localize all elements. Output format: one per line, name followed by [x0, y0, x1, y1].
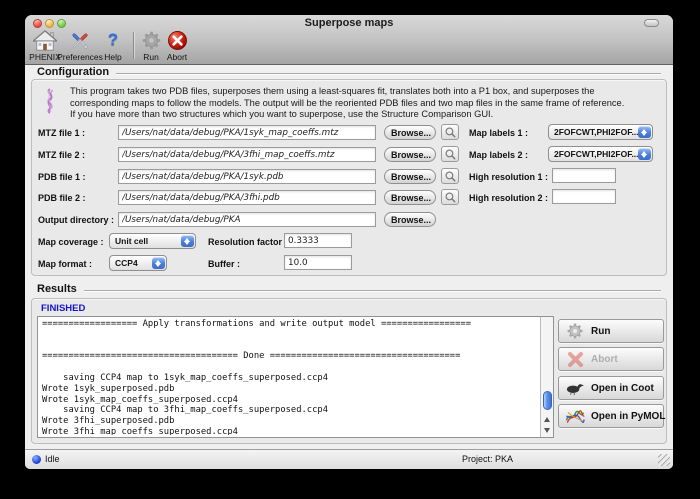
toolbar-toggle-button[interactable]: [644, 19, 659, 27]
map-coverage-value: Unit cell: [115, 236, 148, 246]
scrollbar-thumb[interactable]: [543, 391, 552, 410]
map-format-value: CCP4: [115, 258, 138, 268]
mtz-file-2-inspect-button[interactable]: [441, 146, 459, 162]
pdb-file-1-browse-button[interactable]: Browse...: [384, 169, 436, 184]
section-divider-line: [84, 290, 661, 291]
toolbar: PHENIX: [25, 30, 673, 64]
output-directory-label: Output directory :: [38, 215, 114, 225]
toolbar-label-abort: Abort: [154, 52, 200, 62]
map-labels-2-value: 2FOFCWT,PHI2FOF...: [554, 149, 639, 159]
magnifier-icon: [444, 191, 457, 204]
pdb-file-2-browse-button[interactable]: Browse...: [384, 190, 436, 205]
output-directory-browse-button[interactable]: Browse...: [384, 212, 436, 227]
coot-bird-icon: [565, 378, 585, 398]
map-labels-1-dropdown[interactable]: 2FOFCWT,PHI2FOF...: [548, 124, 653, 140]
open-in-pymol-label: Open in PyMOL: [591, 411, 665, 422]
scroll-up-arrow-icon[interactable]: [541, 414, 553, 425]
mtz-file-1-inspect-button[interactable]: [441, 124, 459, 140]
magnifier-icon: [444, 126, 457, 139]
map-format-label: Map format :: [38, 259, 92, 269]
map-coverage-label: Map coverage :: [38, 237, 104, 247]
run-button-label: Run: [591, 326, 610, 337]
map-labels-1-label: Map labels 1 :: [469, 128, 528, 138]
window-titlebar[interactable]: Superpose maps: [25, 15, 673, 31]
high-resolution-2-label: High resolution 2 :: [469, 193, 548, 203]
status-bar: Idle Project: PKA: [25, 449, 673, 469]
window-title: Superpose maps: [25, 17, 673, 29]
resolution-factor-label: Resolution factor :: [208, 237, 288, 247]
map-labels-1-value: 2FOFCWT,PHI2FOF...: [554, 127, 639, 137]
mtz-file-2-input[interactable]: [118, 147, 376, 162]
pdb-file-2-label: PDB file 2 :: [38, 193, 86, 203]
results-section-title: Results: [37, 283, 77, 295]
results-section-header: Results: [37, 283, 661, 295]
dropdown-stepper-icon: [638, 148, 651, 160]
mtz-file-2-browse-button[interactable]: Browse...: [384, 147, 436, 162]
magnifier-icon: [444, 170, 457, 183]
buffer-label: Buffer :: [208, 259, 240, 269]
results-panel: FINISHED ================== Apply transf…: [31, 298, 667, 444]
section-divider-line: [116, 73, 661, 74]
pdb-file-2-inspect-button[interactable]: [441, 189, 459, 205]
dropdown-stepper-icon: [152, 257, 165, 269]
run-button[interactable]: Run: [558, 319, 664, 343]
map-labels-2-label: Map labels 2 :: [469, 150, 528, 160]
resize-grip[interactable]: [658, 454, 670, 466]
abort-button-label: Abort: [591, 354, 618, 365]
dropdown-stepper-icon: [638, 126, 651, 138]
toolbar-button-abort[interactable]: Abort: [154, 30, 200, 62]
magnifier-icon: [444, 148, 457, 161]
map-coverage-dropdown[interactable]: Unit cell: [109, 233, 196, 249]
configuration-section-title: Configuration: [37, 66, 109, 78]
log-console[interactable]: ================== Apply transformations…: [37, 316, 554, 438]
pdb-file-1-label: PDB file 1 :: [38, 172, 86, 182]
map-labels-2-dropdown[interactable]: 2FOFCWT,PHI2FOF...: [548, 146, 653, 162]
open-in-coot-button[interactable]: Open in Coot: [558, 376, 664, 400]
output-directory-input[interactable]: [118, 212, 376, 227]
idle-status-dot-icon: [32, 455, 41, 464]
pdb-file-1-inspect-button[interactable]: [441, 168, 459, 184]
log-console-text: ================== Apply transformations…: [42, 319, 538, 435]
program-description: This program takes two PDB files, superp…: [70, 86, 656, 121]
status-badge: FINISHED: [41, 303, 85, 314]
program-ribbon-icon: [42, 88, 58, 114]
scroll-down-arrow-icon[interactable]: [541, 425, 553, 436]
mtz-file-1-browse-button[interactable]: Browse...: [384, 125, 436, 140]
mtz-file-2-label: MTZ file 2 :: [38, 150, 85, 160]
console-scrollbar[interactable]: [540, 317, 553, 437]
pymol-ribbon-icon: [565, 406, 585, 426]
configuration-section-header: Configuration: [37, 66, 661, 78]
map-format-dropdown[interactable]: CCP4: [109, 255, 167, 271]
window-chrome: Superpose maps PHENIX: [25, 15, 673, 65]
status-project-text: Project: PKA: [462, 454, 513, 464]
open-in-coot-label: Open in Coot: [591, 383, 654, 394]
status-state-text: Idle: [45, 454, 60, 464]
app-window: Superpose maps PHENIX: [25, 15, 673, 469]
open-in-pymol-button[interactable]: Open in PyMOL: [558, 404, 664, 428]
resolution-factor-input[interactable]: [284, 233, 352, 248]
abort-x-icon: [565, 349, 585, 369]
pdb-file-2-input[interactable]: [118, 190, 376, 205]
buffer-input[interactable]: [284, 255, 352, 270]
high-resolution-2-input[interactable]: [552, 189, 616, 204]
mtz-file-1-input[interactable]: [118, 125, 376, 140]
high-resolution-1-label: High resolution 1 :: [469, 172, 548, 182]
gear-icon: [565, 321, 585, 341]
dropdown-stepper-icon: [181, 235, 194, 247]
high-resolution-1-input[interactable]: [552, 168, 616, 183]
configuration-panel: This program takes two PDB files, superp…: [31, 79, 667, 276]
pdb-file-1-input[interactable]: [118, 169, 376, 184]
abort-icon: [154, 30, 200, 52]
mtz-file-1-label: MTZ file 1 :: [38, 128, 85, 138]
abort-button[interactable]: Abort: [558, 347, 664, 371]
